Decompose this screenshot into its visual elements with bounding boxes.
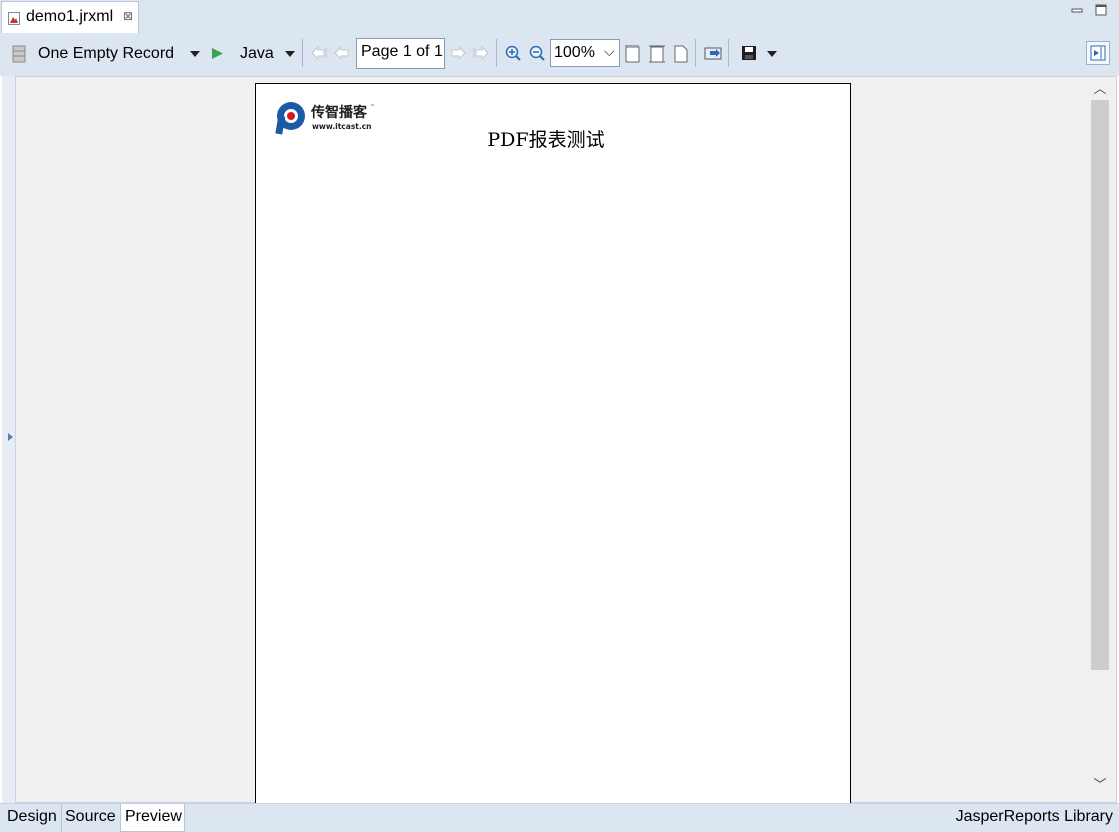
tab-preview[interactable]: Preview	[120, 804, 185, 832]
logo-brand-text: 传智播客	[310, 104, 368, 121]
scroll-down-icon[interactable]: ﹀	[1089, 776, 1111, 794]
zoom-select[interactable]: 100% ⌵	[550, 39, 620, 67]
scrollbar-thumb[interactable]	[1091, 100, 1109, 670]
library-label: JasperReports Library	[955, 808, 1113, 825]
minimize-icon[interactable]	[1070, 3, 1084, 17]
save-icon[interactable]	[741, 45, 757, 61]
editor-tab-strip: demo1.jrxml ⊠	[0, 0, 1119, 34]
fit-page-icon[interactable]	[649, 45, 665, 63]
report-file-icon	[8, 12, 20, 25]
fit-width-icon[interactable]	[673, 45, 689, 63]
next-page-icon[interactable]	[450, 46, 466, 60]
preview-toolbar: One Empty Record Java Page 1 of 1 100% ⌵	[0, 33, 1119, 76]
data-adapter-icon[interactable]	[12, 45, 26, 63]
toolbar-separator	[302, 39, 303, 67]
report-title-text: PDF报表测试	[487, 129, 605, 151]
scroll-up-icon[interactable]: ︿	[1089, 80, 1111, 98]
zoom-value: 100%	[554, 44, 595, 61]
report-title: PDF报表测试	[256, 125, 834, 152]
vertical-scrollbar[interactable]: ︿ ﹀	[1089, 78, 1111, 799]
zoom-actual-size-icon[interactable]	[625, 45, 641, 63]
run-report-icon[interactable]	[211, 47, 224, 60]
language-label[interactable]: Java	[240, 45, 274, 63]
zoom-in-icon[interactable]	[505, 45, 522, 62]
save-dropdown-icon[interactable]	[767, 51, 777, 57]
expand-arrow-icon[interactable]	[8, 433, 13, 441]
toolbar-separator	[496, 39, 497, 67]
language-dropdown-icon[interactable]	[285, 51, 295, 57]
editor-tab[interactable]: demo1.jrxml ⊠	[1, 1, 139, 33]
editor-mode-tabs: Design Source Preview JasperReports Libr…	[0, 803, 1119, 832]
tab-design[interactable]: Design	[3, 804, 62, 832]
zoom-out-icon[interactable]	[529, 45, 546, 62]
previous-page-icon[interactable]	[334, 46, 350, 60]
page-indicator: Page 1 of 1	[356, 38, 445, 69]
tab-source[interactable]: Source	[61, 804, 121, 832]
page-indicator-text: Page 1 of 1	[361, 43, 443, 60]
toggle-panel-icon[interactable]	[1086, 41, 1110, 65]
close-icon[interactable]: ⊠	[123, 9, 133, 23]
chevron-down-icon[interactable]: ⌵	[604, 43, 615, 60]
data-adapter-dropdown-icon[interactable]	[190, 51, 200, 57]
last-page-icon[interactable]	[473, 46, 489, 60]
svg-text:™: ™	[370, 104, 375, 110]
first-page-icon[interactable]	[311, 46, 327, 60]
export-icon[interactable]	[704, 46, 722, 60]
editor-tab-title: demo1.jrxml	[26, 8, 114, 25]
data-adapter-label[interactable]: One Empty Record	[38, 45, 174, 63]
toolbar-separator	[695, 39, 696, 67]
maximize-icon[interactable]	[1094, 3, 1108, 17]
toolbar-separator	[728, 39, 729, 67]
report-page: 传智播客 ™ www.itcast.cn PDF报表测试	[255, 83, 851, 803]
